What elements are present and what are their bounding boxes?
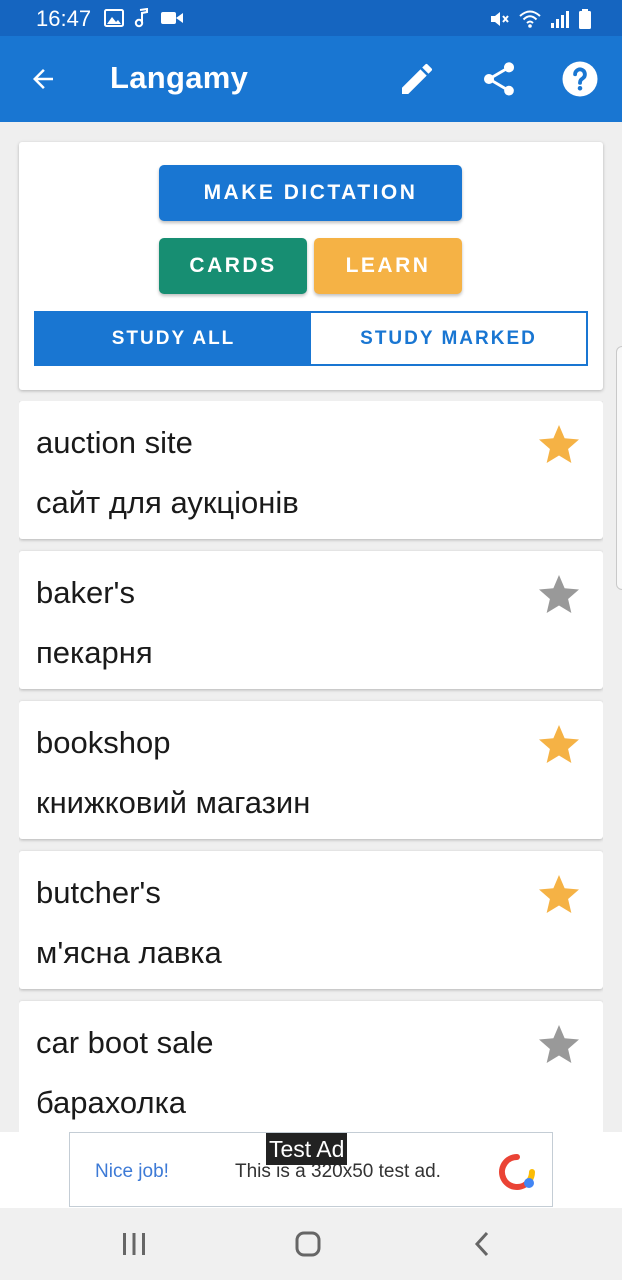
scroll-handle[interactable] — [616, 346, 622, 590]
list-item[interactable]: auction site сайт для аукціонів — [19, 401, 603, 539]
cards-button[interactable]: CARDS — [159, 238, 307, 294]
list-item[interactable]: car boot sale барахолка — [19, 1001, 603, 1132]
study-marked-toggle[interactable]: STUDY MARKED — [311, 313, 586, 364]
edit-button[interactable] — [392, 54, 442, 104]
home-button[interactable] — [288, 1226, 328, 1262]
image-icon — [104, 9, 124, 27]
star-icon[interactable] — [535, 721, 583, 769]
word-translation: барахолка — [36, 1085, 187, 1120]
status-bar: 16:47 — [0, 0, 622, 36]
study-all-toggle[interactable]: STUDY ALL — [36, 313, 311, 364]
video-icon — [161, 12, 183, 24]
list-item[interactable]: butcher's м'ясна лавка — [19, 851, 603, 989]
ad-logo-icon — [499, 1154, 535, 1190]
word-translation: сайт для аукціонів — [36, 485, 299, 520]
recents-button[interactable] — [114, 1226, 154, 1262]
status-system-icons — [488, 8, 592, 30]
music-note-icon — [134, 8, 148, 28]
battery-icon — [579, 9, 591, 29]
status-notification-icons — [104, 8, 184, 28]
star-icon[interactable] — [535, 871, 583, 919]
status-time: 16:47 — [36, 6, 92, 31]
signal-icon — [551, 11, 569, 28]
study-mode-toggle: STUDY ALL STUDY MARKED — [34, 311, 588, 366]
word-translation: пекарня — [36, 635, 153, 670]
star-icon[interactable] — [535, 421, 583, 469]
app-title: Langamy — [110, 60, 249, 95]
learn-button[interactable]: LEARN — [314, 238, 462, 294]
star-icon[interactable] — [535, 571, 583, 619]
system-nav-bar — [0, 1208, 622, 1280]
word-translation: книжковий магазин — [36, 785, 311, 820]
make-dictation-button[interactable]: MAKE DICTATION — [159, 165, 462, 221]
help-icon — [562, 61, 598, 97]
ad-nice-text: Nice job! — [95, 1161, 169, 1182]
app-bar: Langamy — [0, 36, 622, 122]
recents-icon — [123, 1233, 145, 1255]
word-term: car boot sale — [36, 1025, 214, 1060]
word-term: baker's — [36, 575, 135, 610]
home-icon — [295, 1231, 321, 1257]
list-item[interactable]: baker's пекарня — [19, 551, 603, 689]
edit-icon — [402, 63, 433, 94]
word-translation: м'ясна лавка — [36, 935, 222, 970]
back-icon — [474, 1231, 489, 1257]
word-term: butcher's — [36, 875, 161, 910]
ad-label: Test Ad — [266, 1133, 348, 1165]
share-button[interactable] — [474, 54, 524, 104]
help-button[interactable] — [555, 54, 605, 104]
list-item[interactable]: bookshop книжковий магазин — [19, 701, 603, 839]
star-icon[interactable] — [535, 1021, 583, 1069]
nav-back-button[interactable] — [462, 1226, 502, 1262]
mute-icon — [491, 12, 509, 26]
share-icon — [483, 62, 515, 96]
back-button[interactable] — [18, 54, 68, 104]
word-list: auction site сайт для аукціонів baker's … — [19, 401, 603, 1132]
word-term: bookshop — [36, 725, 171, 760]
word-term: auction site — [36, 425, 193, 460]
study-controls-card: MAKE DICTATION CARDS LEARN STUDY ALL STU… — [19, 142, 603, 390]
back-arrow-icon — [33, 69, 53, 89]
wifi-icon — [519, 10, 541, 28]
